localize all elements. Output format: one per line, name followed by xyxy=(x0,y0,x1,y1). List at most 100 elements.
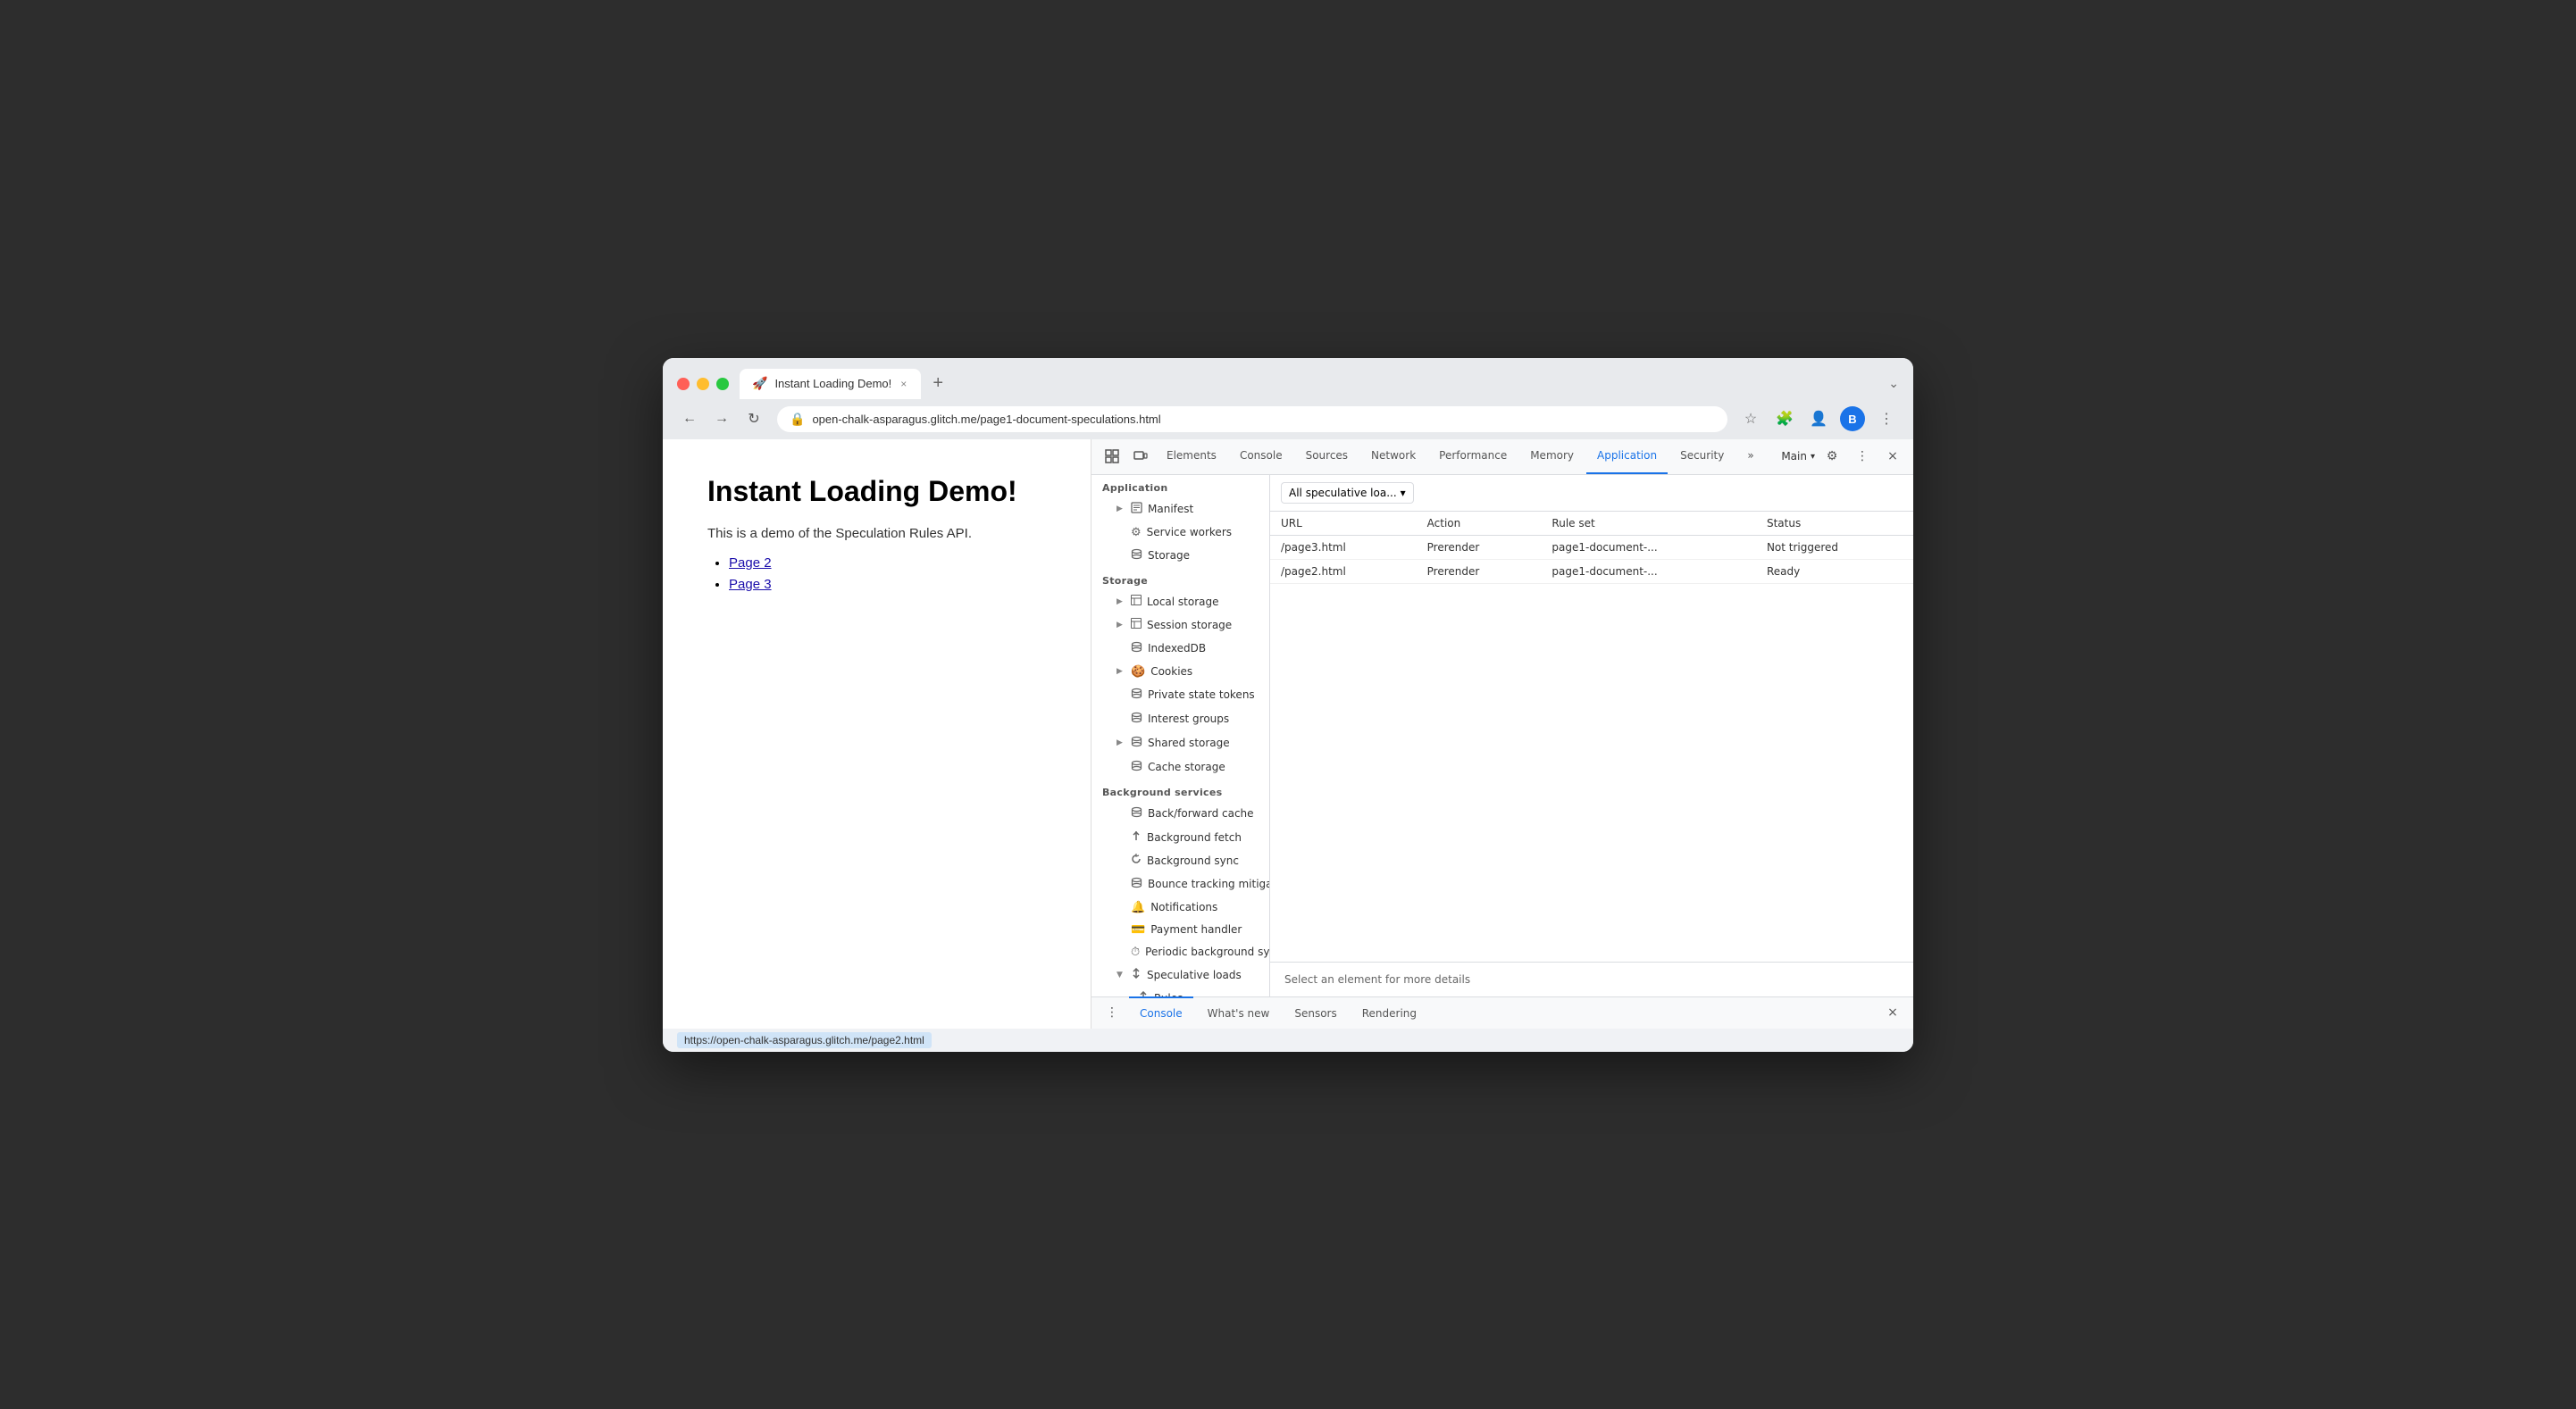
table-row[interactable]: /page3.html Prerender page1-document-...… xyxy=(1270,535,1913,559)
speculative-loads-label: Speculative loads xyxy=(1147,969,1242,981)
background-sync-label: Background sync xyxy=(1147,855,1239,867)
devtools-close-button[interactable]: × xyxy=(1879,443,1906,470)
sidebar-item-payment-handler[interactable]: 💳 Payment handler xyxy=(1091,919,1269,941)
sidebar-item-interest-groups[interactable]: Interest groups xyxy=(1091,707,1269,731)
close-button[interactable] xyxy=(677,378,690,390)
sidebar-item-cookies[interactable]: ▶ 🍪 Cookies xyxy=(1091,661,1269,683)
sidebar-item-shared-storage[interactable]: ▶ Shared storage xyxy=(1091,731,1269,755)
sidebar-item-back-forward-cache[interactable]: Back/forward cache xyxy=(1091,802,1269,826)
local-storage-icon xyxy=(1131,595,1142,609)
tab-memory[interactable]: Memory xyxy=(1519,438,1585,474)
bookmark-button[interactable]: ☆ xyxy=(1738,406,1763,431)
devtools-more-button[interactable]: ⋮ xyxy=(1849,443,1876,470)
tab-sources[interactable]: Sources xyxy=(1295,438,1359,474)
filter-dropdown[interactable]: All speculative loa... ▾ xyxy=(1281,482,1414,504)
sidebar-item-private-state-tokens[interactable]: Private state tokens xyxy=(1091,683,1269,707)
back-forward-cache-label: Back/forward cache xyxy=(1148,807,1254,820)
payment-handler-label: Payment handler xyxy=(1150,923,1242,936)
speculative-loads-icon xyxy=(1131,968,1142,982)
sidebar-item-manifest[interactable]: ▶ Manifest xyxy=(1091,497,1269,521)
extensions-button[interactable]: 🧩 xyxy=(1772,406,1797,431)
row-status: Not triggered xyxy=(1756,535,1913,559)
page3-link[interactable]: Page 3 xyxy=(729,577,772,592)
devtools-settings-button[interactable]: ⚙ xyxy=(1819,443,1845,470)
tab-more[interactable]: » xyxy=(1736,438,1764,474)
tab-close-button[interactable]: × xyxy=(899,376,908,392)
payment-handler-icon: 💳 xyxy=(1131,923,1145,937)
sidebar-item-cache-storage[interactable]: Cache storage xyxy=(1091,755,1269,780)
sidebar-item-notifications[interactable]: 🔔 Notifications xyxy=(1091,896,1269,919)
interest-groups-icon xyxy=(1131,712,1142,727)
sidebar-item-periodic-bg-sync[interactable]: ⏱ Periodic background sync xyxy=(1091,941,1269,963)
window-collapse-button[interactable]: ⌄ xyxy=(1888,376,1899,391)
periodic-bg-sync-icon: ⏱ xyxy=(1131,946,1140,959)
browser-window: 🚀 Instant Loading Demo! × + ⌄ ← → ↻ 🔒 op… xyxy=(663,358,1913,1052)
address-bar: ← → ↻ 🔒 open-chalk-asparagus.glitch.me/p… xyxy=(663,399,1913,439)
service-workers-label: Service workers xyxy=(1147,526,1232,538)
sidebar-item-session-storage[interactable]: ▶ Session storage xyxy=(1091,613,1269,637)
row-action: Prerender xyxy=(1417,559,1542,583)
tab-network[interactable]: Network xyxy=(1360,438,1426,474)
background-sync-icon xyxy=(1131,854,1142,868)
bottom-tab-console[interactable]: Console xyxy=(1129,996,1193,1029)
col-header-status: Status xyxy=(1756,512,1913,536)
account-button[interactable]: 👤 xyxy=(1806,406,1831,431)
local-storage-label: Local storage xyxy=(1147,596,1219,608)
bottom-tab-whats-new[interactable]: What's new xyxy=(1197,996,1281,1029)
title-bar: 🚀 Instant Loading Demo! × + ⌄ xyxy=(663,358,1913,399)
sidebar-item-rules[interactable]: Rules xyxy=(1091,987,1269,996)
responsive-mode-button[interactable] xyxy=(1127,443,1154,470)
bounce-tracking-label: Bounce tracking mitigation xyxy=(1148,878,1270,890)
bottom-close-button[interactable]: × xyxy=(1879,999,1906,1026)
minimize-button[interactable] xyxy=(697,378,709,390)
storage-app-icon xyxy=(1131,548,1142,563)
expand-arrow-icon: ▶ xyxy=(1117,597,1125,606)
inspect-element-button[interactable] xyxy=(1099,443,1125,470)
manifest-icon xyxy=(1131,502,1142,517)
security-icon: 🔒 xyxy=(790,412,805,427)
more-button[interactable]: ⋮ xyxy=(1874,406,1899,431)
forward-button[interactable]: → xyxy=(709,406,734,431)
sidebar-item-local-storage[interactable]: ▶ Local storage xyxy=(1091,590,1269,613)
active-tab[interactable]: 🚀 Instant Loading Demo! × xyxy=(740,369,921,399)
refresh-button[interactable]: ↻ xyxy=(741,406,766,431)
sidebar-item-storage-app[interactable]: Storage xyxy=(1091,544,1269,568)
devtools-toolbar: Elements Console Sources Network Perform… xyxy=(1091,439,1913,475)
tab-application[interactable]: Application xyxy=(1586,438,1668,474)
toolbar-right: Main ▾ ⚙ ⋮ × xyxy=(1781,443,1906,470)
tab-security[interactable]: Security xyxy=(1669,438,1735,474)
new-tab-button[interactable]: + xyxy=(924,371,951,397)
bottom-tab-sensors[interactable]: Sensors xyxy=(1284,996,1347,1029)
cache-storage-label: Cache storage xyxy=(1148,761,1225,773)
row-url: /page2.html xyxy=(1270,559,1417,583)
background-fetch-label: Background fetch xyxy=(1147,831,1242,844)
speculation-table: URL Action Rule set Status /page3.html P… xyxy=(1270,512,1913,962)
shared-storage-label: Shared storage xyxy=(1148,737,1230,749)
devtools-body: Application ▶ Manifest ⚙ Service workers xyxy=(1091,475,1913,996)
bottom-more-button[interactable]: ⋮ xyxy=(1099,999,1125,1026)
expand-arrow-icon: ▶ xyxy=(1117,738,1125,747)
speculations-data-table: URL Action Rule set Status /page3.html P… xyxy=(1270,512,1913,584)
sidebar-item-indexeddb[interactable]: IndexedDB xyxy=(1091,637,1269,661)
sidebar-item-background-sync[interactable]: Background sync xyxy=(1091,849,1269,872)
webpage-content: Instant Loading Demo! This is a demo of … xyxy=(663,439,1091,1029)
avatar[interactable]: B xyxy=(1840,406,1865,431)
sidebar-item-bounce-tracking[interactable]: Bounce tracking mitigation xyxy=(1091,872,1269,896)
maximize-button[interactable] xyxy=(716,378,729,390)
page2-link[interactable]: Page 2 xyxy=(729,555,772,571)
back-forward-cache-icon xyxy=(1131,806,1142,821)
back-button[interactable]: ← xyxy=(677,406,702,431)
url-bar[interactable]: 🔒 open-chalk-asparagus.glitch.me/page1-d… xyxy=(777,406,1727,432)
tab-elements[interactable]: Elements xyxy=(1156,438,1227,474)
sidebar-item-service-workers[interactable]: ⚙ Service workers xyxy=(1091,521,1269,544)
context-arrow[interactable]: ▾ xyxy=(1811,452,1815,462)
sidebar-item-background-fetch[interactable]: Background fetch xyxy=(1091,826,1269,849)
tab-console[interactable]: Console xyxy=(1229,438,1293,474)
devtools-bottom-bar: ⋮ Console What's new Sensors Rendering × xyxy=(1091,996,1913,1029)
table-row[interactable]: /page2.html Prerender page1-document-...… xyxy=(1270,559,1913,583)
tab-performance[interactable]: Performance xyxy=(1428,438,1518,474)
sidebar-item-speculative-loads[interactable]: ▼ Speculative loads xyxy=(1091,963,1269,987)
row-ruleset: page1-document-... xyxy=(1541,535,1756,559)
bottom-tab-rendering[interactable]: Rendering xyxy=(1351,996,1427,1029)
context-label: Main xyxy=(1781,450,1807,463)
